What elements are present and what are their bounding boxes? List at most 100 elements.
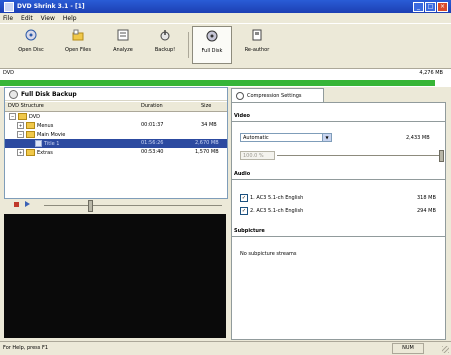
compression-mode-select[interactable]: Automatic ▼ (240, 133, 332, 142)
resize-grip[interactable] (442, 346, 449, 353)
play-button[interactable] (25, 201, 30, 207)
compression-slider-track[interactable] (277, 155, 440, 156)
seek-track[interactable] (44, 205, 222, 206)
open-files-label: Open Files (65, 47, 91, 53)
compression-mode-value: Automatic (243, 135, 269, 141)
tree-row-menus[interactable]: + Menus 00:01:37 34 MB (5, 121, 227, 130)
tree-label: Main Movie (37, 132, 66, 138)
dvd-structure-pane: Full Disk Backup DVD Structure Duration … (4, 87, 228, 199)
menu-edit[interactable]: Edit (21, 15, 33, 22)
toolbar: Open Disc Open Files Analyze Backup! Ful… (0, 23, 451, 69)
maximize-button[interactable]: □ (425, 2, 436, 12)
open-disc-icon (25, 29, 37, 41)
disc-usage-size: 4,276 MB (419, 70, 443, 76)
tree-row-main-movie[interactable]: − Main Movie (5, 130, 227, 139)
tree-row-extras[interactable]: + Extras 00:53:40 1,570 MB (5, 148, 227, 157)
disc-usage-bar: DVD 4,276 MB (0, 68, 451, 87)
tree-label: Title 1 (44, 141, 60, 147)
subpicture-section-header: Subpicture (232, 228, 445, 237)
backup-label: Backup! (154, 47, 176, 53)
folder-icon (26, 131, 35, 138)
re-author-button[interactable]: Re-author (236, 26, 278, 64)
seek-thumb[interactable] (88, 200, 93, 212)
chevron-down-icon: ▼ (322, 134, 331, 141)
open-files-button[interactable]: Open Files (56, 26, 100, 64)
folder-icon (26, 122, 35, 129)
audio-section-header: Audio (232, 171, 445, 180)
minimize-button[interactable]: _ (413, 2, 424, 12)
video-section-header: Video (232, 113, 445, 122)
folder-icon (26, 149, 35, 156)
stop-button[interactable] (14, 202, 19, 207)
column-duration[interactable]: Duration (141, 103, 163, 109)
tab-label: Compression Settings (247, 92, 302, 99)
tree-row-title-1[interactable]: Title 1 01:56:26 2,670 MB (5, 139, 227, 148)
audio-track-2-size: 294 MB (417, 208, 436, 214)
column-size[interactable]: Size (201, 103, 211, 109)
collapse-icon[interactable]: − (9, 113, 16, 120)
re-author-icon (252, 29, 262, 41)
status-text: For Help, press F1 (3, 345, 49, 351)
full-disk-label: Full Disk (201, 48, 223, 54)
title-bar: DVD Shrink 3.1 - [1] _ □ × (0, 0, 451, 13)
tree-label: Extras (37, 150, 53, 156)
open-disc-label: Open Disc (18, 47, 44, 53)
full-disk-button[interactable]: Full Disk (192, 26, 232, 64)
row-size: 1,570 MB (195, 149, 219, 155)
row-duration: 01:56:26 (141, 140, 164, 146)
disc-icon (9, 89, 18, 99)
audio-track-1-size: 318 MB (417, 195, 436, 201)
tree-label: DVD (29, 114, 41, 120)
close-button[interactable]: × (437, 2, 448, 12)
open-disc-button[interactable]: Open Disc (10, 26, 52, 64)
analyze-icon (117, 29, 129, 41)
row-size: 2,670 MB (195, 140, 219, 146)
menu-view[interactable]: View (41, 15, 55, 22)
settings-icon (236, 91, 244, 100)
menu-help[interactable]: Help (63, 15, 77, 22)
player-controls (4, 198, 226, 213)
tree-row-dvd[interactable]: − DVD (5, 112, 227, 121)
num-lock-indicator: NUM (392, 343, 424, 354)
toolbar-separator (188, 32, 189, 58)
audio-track-2-label: 2. AC3 5.1-ch English (250, 208, 304, 214)
disc-usage-label: DVD (3, 70, 15, 76)
audio-track-1-checkbox[interactable]: ✓ (240, 194, 248, 202)
analyze-button[interactable]: Analyze (104, 26, 142, 64)
video-size: 2,433 MB (406, 135, 430, 141)
app-icon (4, 1, 14, 12)
row-duration: 00:53:40 (141, 149, 164, 155)
re-author-label: Re-author (244, 47, 270, 53)
analyze-label: Analyze (113, 47, 133, 53)
audio-track-1-label: 1. AC3 5.1-ch English (250, 195, 304, 201)
compression-percent-field[interactable]: 100.0 % (240, 151, 275, 160)
open-files-icon (72, 29, 84, 41)
pane-header: Full Disk Backup (5, 88, 227, 101)
full-disk-icon (206, 30, 218, 42)
status-bar: For Help, press F1 NUM (0, 341, 451, 355)
audio-track-2-checkbox[interactable]: ✓ (240, 207, 248, 215)
folder-icon (18, 113, 27, 120)
row-size: 34 MB (201, 122, 217, 128)
title-icon (35, 140, 42, 147)
row-duration: 00:01:37 (141, 122, 164, 128)
backup-button[interactable]: Backup! (146, 26, 184, 64)
window-title: DVD Shrink 3.1 - [1] (17, 3, 85, 10)
disc-usage-fill (0, 80, 436, 86)
backup-icon (160, 30, 170, 41)
window-controls: _ □ × (413, 2, 448, 12)
collapse-icon[interactable]: − (17, 131, 24, 138)
column-dvd-structure[interactable]: DVD Structure (8, 103, 44, 109)
menu-file[interactable]: File (3, 15, 13, 22)
expand-icon[interactable]: + (17, 149, 24, 156)
pane-title: Full Disk Backup (21, 90, 77, 98)
menu-bar: File Edit View Help (0, 13, 451, 23)
tab-compression-settings[interactable]: Compression Settings (231, 88, 324, 102)
tree-label: Menus (37, 123, 54, 129)
compression-slider-thumb[interactable] (439, 150, 444, 162)
column-headers: DVD Structure Duration Size (5, 102, 227, 112)
expand-icon[interactable]: + (17, 122, 24, 129)
compression-pane: Video Automatic ▼ 2,433 MB 100.0 % Audio… (231, 102, 446, 340)
subpicture-message: No subpicture streams (240, 251, 297, 257)
video-preview (4, 214, 226, 338)
